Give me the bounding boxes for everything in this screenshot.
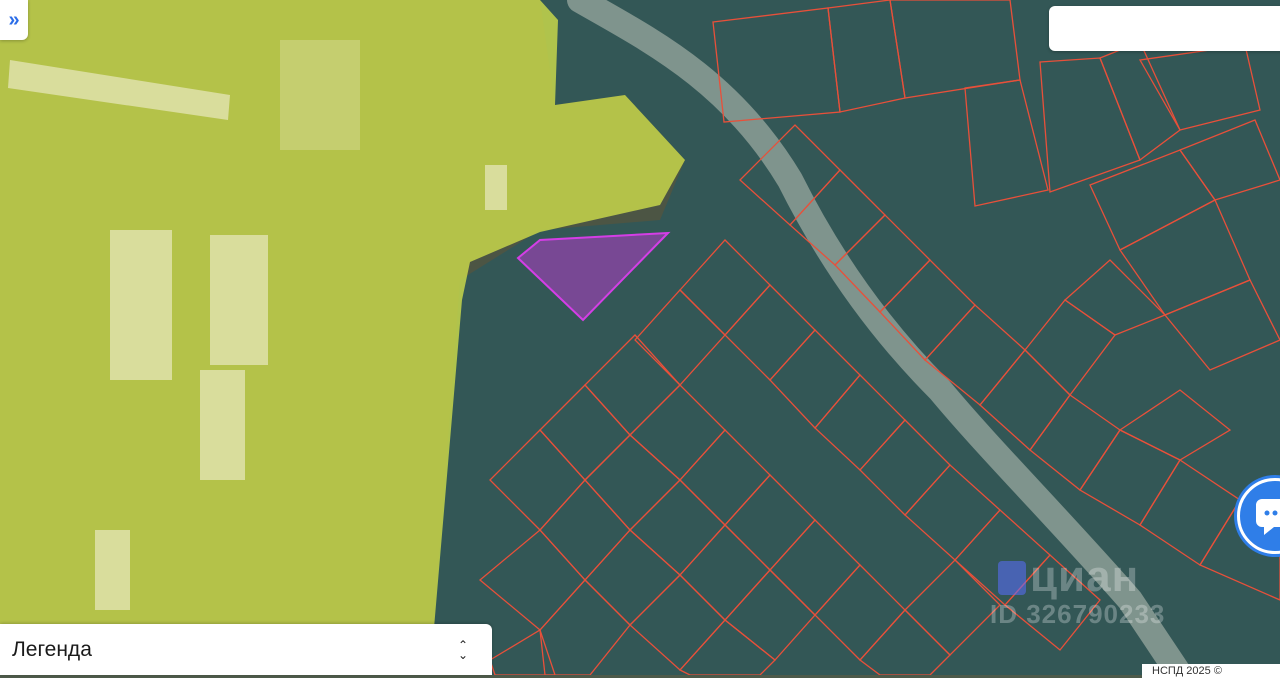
- map-copyright: НСПД 2025 ©: [1142, 664, 1280, 678]
- legend-toggle-icon[interactable]: ⌃ ⌄: [457, 639, 468, 662]
- double-chevron-right-icon: »: [8, 8, 20, 31]
- expand-panel-button[interactable]: »: [0, 0, 28, 40]
- zone-teal-area: [430, 0, 1280, 675]
- chat-button[interactable]: [1237, 478, 1280, 554]
- search-box[interactable]: [1049, 6, 1280, 51]
- legend-bar[interactable]: Легенда ⌃ ⌄: [0, 624, 492, 675]
- chevron-down-icon: ⌄: [457, 647, 468, 662]
- cadastral-map[interactable]: [0, 0, 1280, 675]
- legend-title: Легенда: [12, 637, 92, 661]
- chat-bubble-icon: [1256, 499, 1280, 535]
